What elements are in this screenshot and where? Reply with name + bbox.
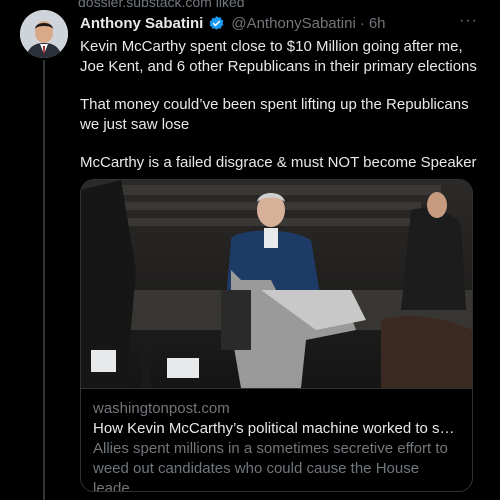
card-description: Allies spent millions in a sometimes sec… — [93, 440, 448, 492]
verified-badge-icon — [209, 15, 224, 30]
social-context[interactable]: dossier.substack.com liked — [78, 0, 245, 10]
article-photo — [81, 180, 472, 388]
card-title[interactable]: How Kevin McCarthy’s political machine w… — [93, 419, 460, 439]
author-name[interactable]: Anthony Sabatini — [80, 15, 203, 32]
tweet-paragraph: McCarthy is a failed disgrace & must NOT… — [80, 154, 477, 171]
avatar-image — [20, 10, 68, 58]
more-options-icon[interactable]: ··· — [459, 12, 478, 30]
tweet-paragraph: Kevin McCarthy spent close to $10 Millio… — [80, 38, 477, 75]
card-domain: washingtonpost.com — [93, 400, 230, 417]
separator-dot: · — [359, 14, 365, 32]
tweet-timestamp[interactable]: 6h — [369, 15, 386, 32]
tweet-text: Kevin McCarthy spent close to $10 Millio… — [80, 37, 485, 191]
author-handle[interactable]: @AnthonySabatini — [231, 15, 355, 32]
avatar[interactable] — [20, 10, 68, 58]
thread-line — [43, 60, 45, 500]
tweet-paragraph: That money could’ve been spent lifting u… — [80, 96, 469, 133]
link-preview-card[interactable]: washingtonpost.com How Kevin McCarthy’s … — [80, 179, 473, 492]
tweet-header: Anthony Sabatini @AnthonySabatini · 6h — [80, 12, 490, 34]
card-meta: washingtonpost.com How Kevin McCarthy’s … — [81, 388, 472, 491]
